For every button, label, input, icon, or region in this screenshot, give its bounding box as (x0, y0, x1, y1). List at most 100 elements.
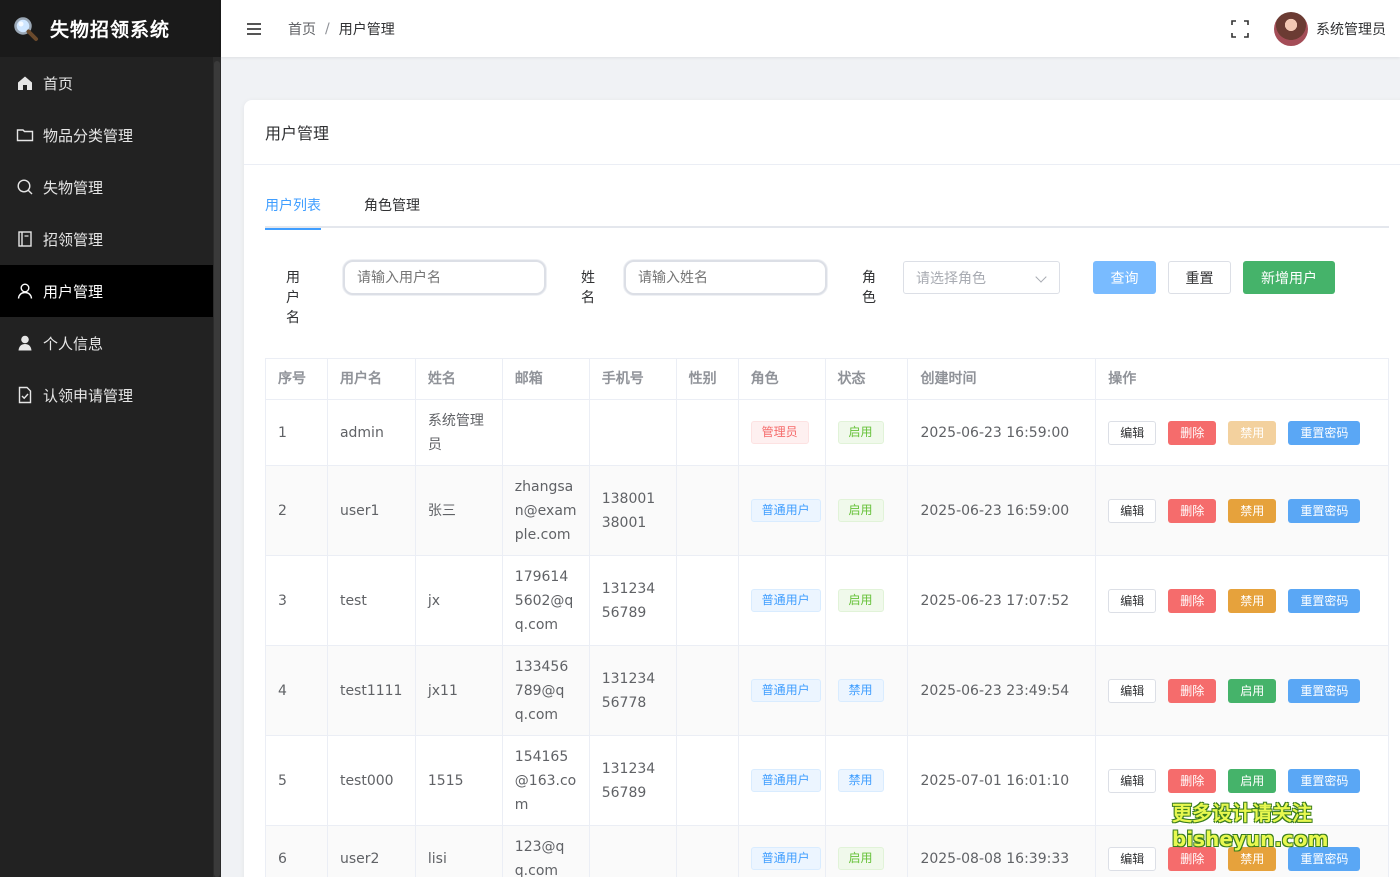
tab-user-list[interactable]: 用户列表 (265, 196, 321, 230)
cell-email (503, 400, 590, 465)
column-header: 姓名 (416, 359, 503, 399)
edit-button[interactable]: 编辑 (1108, 768, 1157, 793)
card-title: 用户管理 (244, 100, 1400, 165)
cell-name: 系统管理员 (416, 400, 503, 465)
add-user-button[interactable]: 新增用户 (1243, 261, 1335, 294)
cell-phone (590, 826, 677, 877)
column-header: 邮箱 (503, 359, 590, 399)
cell-gender (677, 736, 739, 825)
status-badge: 启用 (837, 499, 884, 522)
reset-password-button[interactable]: 重置密码 (1288, 768, 1361, 793)
sidebar-item-found[interactable]: 招领管理 (0, 213, 213, 265)
delete-button[interactable]: 删除 (1168, 420, 1217, 445)
edit-button[interactable]: 编辑 (1108, 678, 1157, 703)
tab-role-management[interactable]: 角色管理 (364, 196, 420, 228)
disable-button[interactable]: 禁用 (1228, 846, 1277, 871)
edit-button[interactable]: 编辑 (1108, 498, 1157, 523)
table-row: 3 test jx 1796145602@qq.com 13123456789 … (266, 556, 1389, 646)
content-card: 用户管理 用户列表 角色管理 用户名 姓名 角色 请选择角色 查询 重置 新增用… (244, 100, 1400, 877)
cell-created: 2025-06-23 23:49:54 (908, 646, 1097, 735)
cell-status: 启用 (826, 466, 909, 555)
role-filter-select[interactable]: 请选择角色 (903, 261, 1060, 294)
sidebar-scrollbar-thumb[interactable] (214, 61, 220, 877)
app-title: 失物招领系统 (50, 19, 171, 41)
username-filter-label: 用户名 (286, 270, 300, 326)
header-username[interactable]: 系统管理员 (1316, 19, 1386, 39)
sidebar-item-claims[interactable]: 认领申请管理 (0, 369, 213, 421)
disable-button[interactable]: 禁用 (1228, 420, 1277, 445)
disable-button[interactable]: 禁用 (1228, 588, 1277, 613)
cell-phone: 13800138001 (590, 466, 677, 555)
sidebar-item-label: 招领管理 (43, 230, 104, 249)
cell-actions: 编辑 删除 禁用 重置密码 (1096, 466, 1389, 555)
query-button[interactable]: 查询 (1093, 261, 1156, 294)
column-header: 状态 (826, 359, 909, 399)
status-badge: 禁用 (837, 769, 884, 792)
reset-password-button[interactable]: 重置密码 (1288, 588, 1361, 613)
reset-button[interactable]: 重置 (1168, 261, 1231, 294)
column-header: 性别 (677, 359, 739, 399)
cell-created: 2025-06-23 16:59:00 (908, 400, 1097, 465)
enable-button[interactable]: 启用 (1228, 768, 1277, 793)
home-icon (16, 74, 34, 92)
edit-button[interactable]: 编辑 (1108, 588, 1157, 613)
reset-password-button[interactable]: 重置密码 (1288, 420, 1361, 445)
edit-button[interactable]: 编辑 (1108, 420, 1157, 445)
cell-created: 2025-06-23 17:07:52 (908, 556, 1097, 645)
status-badge: 启用 (837, 589, 884, 612)
breadcrumb-home[interactable]: 首页 (288, 19, 316, 39)
folder-icon (16, 126, 34, 144)
breadcrumb-separator: / (325, 20, 330, 37)
table-row: 4 test1111 jx11 133456789@qq.com 1312345… (266, 646, 1389, 736)
cell-email: zhangsan@example.com (503, 466, 590, 555)
cell-gender (677, 646, 739, 735)
top-header: 首页 / 用户管理 系统管理员 (221, 0, 1400, 57)
delete-button[interactable]: 删除 (1168, 498, 1217, 523)
cell-name: jx11 (416, 646, 503, 735)
cell-actions: 编辑 删除 启用 重置密码 (1096, 646, 1389, 735)
users-table: 序号 用户名 姓名 邮箱 手机号 性别 角色 状态 创建时间 操作 1 admi… (265, 358, 1389, 877)
cell-gender (677, 400, 739, 465)
sidebar-item-label: 物品分类管理 (43, 126, 134, 145)
sidebar-item-home[interactable]: 首页 (0, 57, 213, 109)
cell-actions: 编辑 删除 禁用 重置密码 (1096, 556, 1389, 645)
cell-gender (677, 556, 739, 645)
role-select-placeholder: 请选择角色 (916, 270, 986, 287)
cell-status: 禁用 (826, 646, 909, 735)
table-row: 1 admin 系统管理员 管理员 启用 2025-06-23 16:59:00… (266, 400, 1389, 466)
sidebar-item-category[interactable]: 物品分类管理 (0, 109, 213, 161)
sidebar-item-lost[interactable]: 失物管理 (0, 161, 213, 213)
cell-role: 普通用户 (739, 736, 826, 825)
edit-button[interactable]: 编辑 (1108, 846, 1157, 871)
avatar[interactable] (1274, 11, 1308, 46)
delete-button[interactable]: 删除 (1168, 588, 1217, 613)
username-filter-input[interactable] (343, 260, 546, 295)
reset-password-button[interactable]: 重置密码 (1288, 846, 1361, 871)
enable-button[interactable]: 启用 (1228, 678, 1277, 703)
status-badge: 启用 (837, 421, 884, 444)
menu-toggle-icon[interactable] (247, 22, 261, 35)
sidebar-item-profile[interactable]: 个人信息 (0, 317, 213, 369)
cell-role: 普通用户 (739, 826, 826, 877)
cell-username: user1 (328, 466, 416, 555)
delete-button[interactable]: 删除 (1168, 768, 1217, 793)
sidebar-scrollbar[interactable] (213, 57, 221, 877)
header-right: 系统管理员 (1231, 0, 1386, 57)
delete-button[interactable]: 删除 (1168, 846, 1217, 871)
sidebar-item-label: 失物管理 (43, 178, 104, 197)
reset-password-button[interactable]: 重置密码 (1288, 498, 1361, 523)
sidebar-item-users[interactable]: 用户管理 (0, 265, 213, 317)
delete-button[interactable]: 删除 (1168, 678, 1217, 703)
cell-created: 2025-06-23 16:59:00 (908, 466, 1097, 555)
reset-password-button[interactable]: 重置密码 (1288, 678, 1361, 703)
cell-email: 133456789@qq.com (503, 646, 590, 735)
sidebar-item-label: 认领申请管理 (43, 386, 134, 405)
cell-role: 普通用户 (739, 466, 826, 555)
fullscreen-icon[interactable] (1231, 19, 1249, 38)
cell-gender (677, 466, 739, 555)
document-check-icon (16, 386, 34, 404)
role-tag: 普通用户 (750, 847, 821, 870)
disable-button[interactable]: 禁用 (1228, 498, 1277, 523)
name-filter-input[interactable] (624, 260, 827, 295)
sidebar: 失物招领系统 首页 物品分类管理 失物管理 招领管理 用户管理 个人信息 认领申… (0, 0, 221, 877)
